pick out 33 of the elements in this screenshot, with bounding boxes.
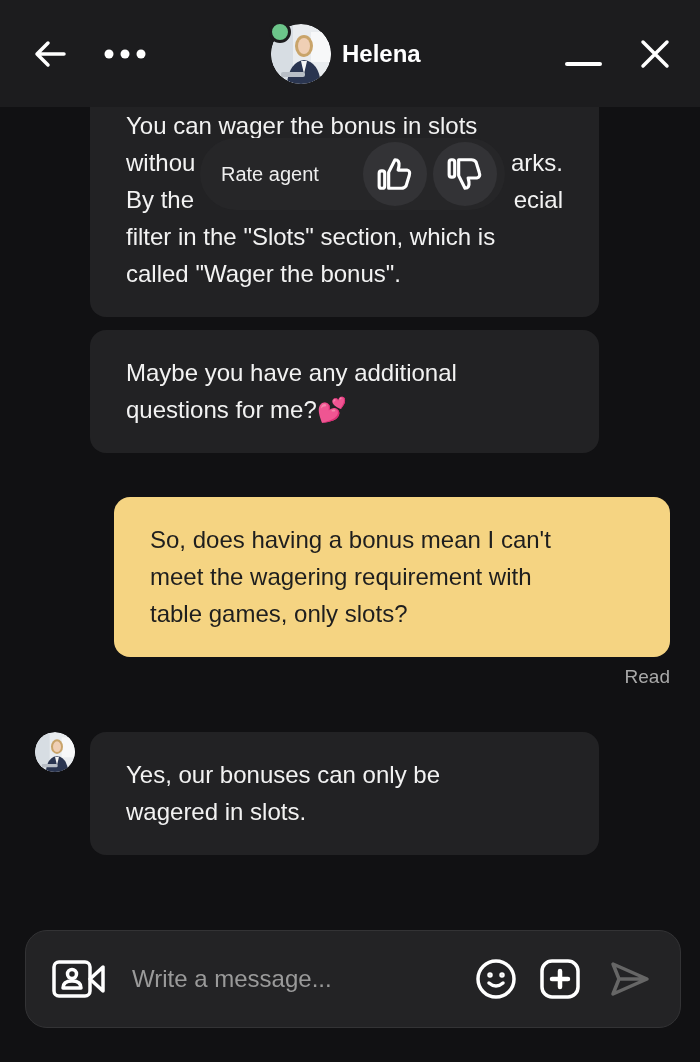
message-text: withou (126, 148, 196, 178)
message-text: Maybe you have any additional questions for me?💕 (126, 359, 457, 423)
plus-square-icon (540, 959, 580, 999)
more-icon (104, 48, 146, 59)
attach-button[interactable] (540, 959, 580, 999)
message-input[interactable]: Write a message... (132, 959, 476, 999)
back-arrow-icon (34, 39, 66, 68)
message-text: called "Wager the bonus". (126, 259, 401, 289)
minimize-icon (565, 62, 602, 67)
contact-name: Helena (342, 39, 421, 68)
minimize-button[interactable] (565, 62, 602, 67)
emoji-button[interactable] (476, 959, 516, 999)
send-icon (610, 961, 650, 997)
more-button[interactable] (104, 48, 146, 59)
thumbs-down-icon (446, 155, 484, 193)
message-text: filter in the "Slots" section, which is (126, 222, 496, 252)
video-call-button[interactable] (52, 960, 106, 998)
close-icon (640, 38, 670, 69)
message-text: So, does having a bonus mean I can't meet the wagering requirement with table games, only slots? (150, 526, 551, 627)
close-button[interactable] (640, 38, 670, 69)
message-text: ecial (513, 185, 563, 215)
smiley-icon (476, 959, 516, 999)
read-status: Read (624, 666, 670, 688)
message-text: You can wager the bonus in slots (126, 111, 478, 141)
message-text: By the (126, 185, 195, 215)
thumbs-up-icon (376, 155, 414, 193)
rating-label: Rate agent (221, 161, 320, 187)
video-person-icon (52, 960, 106, 998)
thumbs-down-button[interactable] (433, 142, 497, 206)
back-button[interactable] (34, 39, 66, 68)
message-text: arks. (511, 148, 563, 178)
send-button[interactable] (610, 961, 650, 997)
message-text: Yes, our bonuses can only be wagered in slots. (126, 761, 440, 825)
